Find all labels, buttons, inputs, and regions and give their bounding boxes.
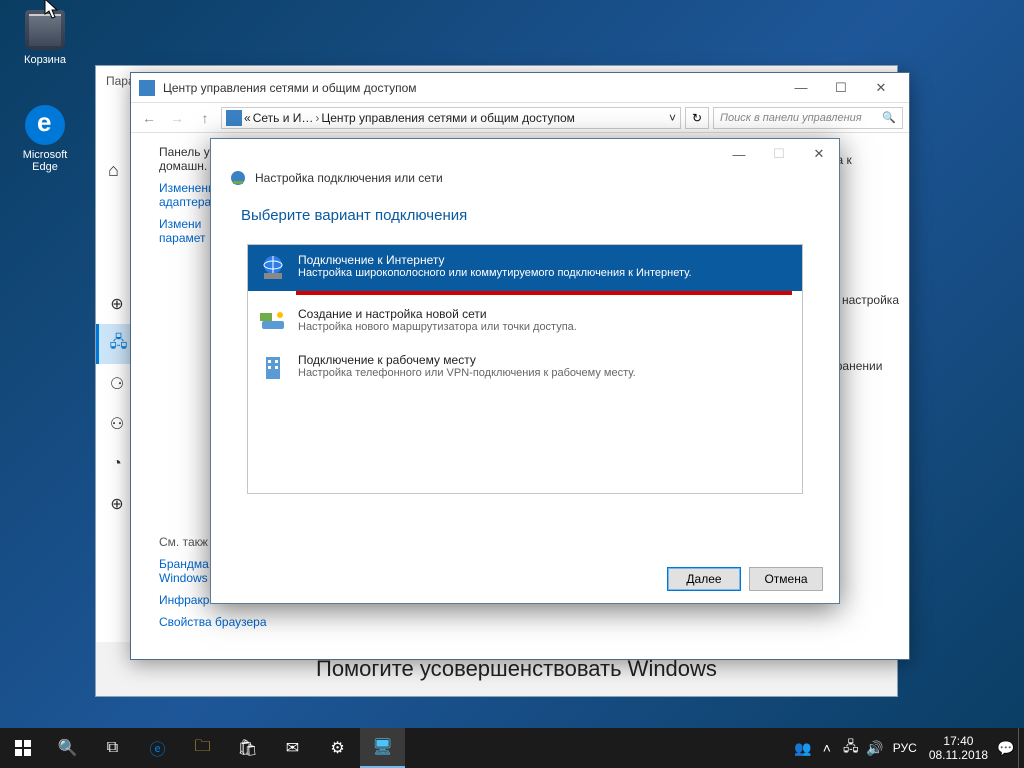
- tray-up-icon[interactable]: ˄: [815, 728, 839, 768]
- cursor-icon: [44, 0, 60, 20]
- bc-prefix: «: [244, 111, 251, 125]
- taskbar: 🔍 ⧉ ⓔ 🗀 🛍 ✉ ⚙ 🖥 👥 ˄ 🖧 🔊 РУС 17:40 08.11.…: [0, 728, 1024, 768]
- bc-icon: [226, 110, 242, 126]
- show-desktop[interactable]: [1018, 728, 1024, 768]
- wizard-close-button[interactable]: ✕: [799, 140, 839, 168]
- wizard-header: Настройка подключения или сети: [211, 169, 839, 197]
- recycle-label: Корзина: [10, 54, 80, 66]
- wizard-title: Выберите вариант подключения: [211, 197, 839, 230]
- tray-network-icon[interactable]: 🖧: [839, 728, 863, 768]
- refresh-button[interactable]: ↻: [685, 107, 709, 129]
- start-button[interactable]: [0, 728, 45, 768]
- forward-button[interactable]: →: [165, 106, 189, 130]
- chevron-icon: ›: [315, 111, 319, 125]
- opt3-title: Подключение к рабочему месту: [298, 353, 636, 367]
- option-workplace[interactable]: Подключение к рабочему месту Настройка т…: [248, 345, 802, 391]
- tray-date: 08.11.2018: [929, 748, 988, 762]
- bc-dropdown-icon[interactable]: ˅: [669, 111, 676, 125]
- opt1-desc: Настройка широкополосного или коммутируе…: [298, 267, 692, 279]
- tray-people-icon[interactable]: 👥: [791, 728, 815, 768]
- cp-app-icon: [139, 80, 155, 96]
- home-icon[interactable]: ⌂: [108, 160, 119, 181]
- edge-icon: [25, 105, 65, 145]
- wizard-titlebar[interactable]: ― ☐ ✕: [211, 139, 839, 169]
- edge-shortcut[interactable]: Microsoft Edge: [10, 105, 80, 173]
- tray-volume-icon[interactable]: 🔊: [863, 728, 887, 768]
- task-view-button[interactable]: ⧉: [90, 728, 135, 768]
- up-button[interactable]: ↑: [193, 106, 217, 130]
- breadcrumb[interactable]: « Сеть и И… › Центр управления сетями и …: [221, 107, 681, 129]
- cp-search-placeholder: Поиск в панели управления: [720, 112, 862, 124]
- link-browser-props[interactable]: Свойства браузера: [159, 615, 276, 629]
- wizard-icon: [229, 169, 247, 187]
- option-new-network[interactable]: Создание и настройка новой сети Настройк…: [248, 299, 802, 345]
- taskbar-edge[interactable]: ⓔ: [135, 728, 180, 768]
- taskbar-mail[interactable]: ✉: [270, 728, 315, 768]
- tray-notifications-icon[interactable]: 💬: [994, 728, 1018, 768]
- search-button[interactable]: 🔍: [45, 728, 90, 768]
- bc-seg1[interactable]: Сеть и И…: [253, 111, 314, 125]
- connection-options-list: Подключение к Интернету Настройка широко…: [247, 244, 803, 494]
- opt1-title: Подключение к Интернету: [298, 253, 692, 267]
- maximize-button[interactable]: ☐: [821, 74, 861, 102]
- cp-toolbar: ← → ↑ « Сеть и И… › Центр управления сет…: [131, 103, 909, 133]
- cancel-button[interactable]: Отмена: [749, 567, 823, 591]
- globe-icon: [258, 253, 288, 283]
- search-icon: 🔍: [882, 111, 896, 124]
- wizard-buttons: Далее Отмена: [667, 567, 823, 591]
- bc-seg2[interactable]: Центр управления сетями и общим доступом: [321, 111, 575, 125]
- taskbar-control-panel[interactable]: 🖥: [360, 728, 405, 768]
- tray-clock[interactable]: 17:40 08.11.2018: [923, 728, 994, 768]
- wizard-maximize-button[interactable]: ☐: [759, 140, 799, 168]
- cp-search-input[interactable]: Поиск в панели управления 🔍: [713, 107, 903, 129]
- connection-wizard: ― ☐ ✕ Настройка подключения или сети Выб…: [210, 138, 840, 604]
- taskbar-settings[interactable]: ⚙: [315, 728, 360, 768]
- building-icon: [258, 353, 288, 383]
- router-icon: [258, 307, 288, 337]
- tray-language[interactable]: РУС: [887, 728, 923, 768]
- wizard-minimize-button[interactable]: ―: [719, 140, 759, 168]
- edge-label: Microsoft Edge: [10, 149, 80, 173]
- back-button[interactable]: ←: [137, 106, 161, 130]
- option-internet[interactable]: Подключение к Интернету Настройка широко…: [248, 245, 802, 291]
- close-button[interactable]: ✕: [861, 74, 901, 102]
- next-button[interactable]: Далее: [667, 567, 741, 591]
- tray-time: 17:40: [943, 734, 973, 748]
- cp-title: Центр управления сетями и общим доступом: [163, 81, 781, 95]
- minimize-button[interactable]: ―: [781, 74, 821, 102]
- taskbar-explorer[interactable]: 🗀: [180, 728, 225, 768]
- taskbar-store[interactable]: 🛍: [225, 728, 270, 768]
- wizard-header-text: Настройка подключения или сети: [255, 171, 443, 185]
- opt2-title: Создание и настройка новой сети: [298, 307, 577, 321]
- opt3-desc: Настройка телефонного или VPN-подключени…: [298, 367, 636, 379]
- highlight-underline: [296, 291, 792, 295]
- cp-titlebar[interactable]: Центр управления сетями и общим доступом…: [131, 73, 909, 103]
- opt2-desc: Настройка нового маршрутизатора или точк…: [298, 321, 577, 333]
